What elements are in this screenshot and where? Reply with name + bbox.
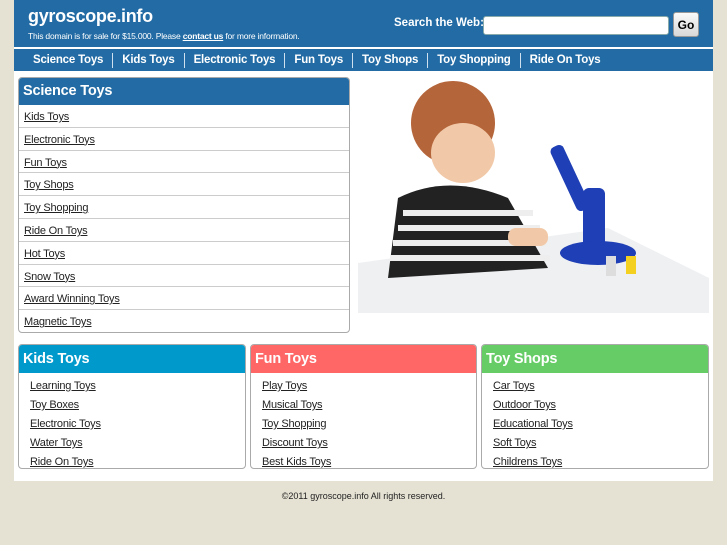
link-list: Play Toys Musical Toys Toy Shopping Disc… (251, 373, 476, 468)
list-link[interactable]: Award Winning Toys (24, 293, 120, 305)
box-title: Kids Toys (19, 345, 245, 373)
header: gyroscope.info This domain is for sale f… (14, 0, 713, 47)
list-link[interactable]: Soft Toys (493, 437, 536, 449)
footer-copyright: ©2011 gyroscope.info All rights reserved… (281, 491, 446, 501)
site-title: gyroscope.info (28, 6, 153, 26)
list-link[interactable]: Toy Shopping (262, 418, 326, 430)
sale-notice: This domain is for sale for $15.000. Ple… (28, 31, 300, 41)
kids-toys-box: Kids Toys Learning Toys Toy Boxes Electr… (18, 344, 246, 469)
page-container: gyroscope.info This domain is for sale f… (14, 0, 713, 481)
list-link[interactable]: Discount Toys (262, 437, 328, 449)
go-button[interactable]: Go (673, 12, 699, 37)
sale-text: This domain is for sale for $15.000. Ple… (28, 31, 183, 41)
nav-fun-toys[interactable]: Fun Toys (284, 52, 352, 68)
list-link[interactable]: Snow Toys (24, 271, 75, 283)
list-link[interactable]: Kids Toys (24, 111, 69, 123)
list-link[interactable]: Electronic Toys (24, 134, 95, 146)
nav-toy-shops[interactable]: Toy Shops (352, 52, 427, 68)
list-link[interactable]: Water Toys (30, 437, 83, 449)
list-link[interactable]: Electronic Toys (30, 418, 101, 430)
nav-ride-on-toys[interactable]: Ride On Toys (519, 52, 610, 68)
list-link[interactable]: Learning Toys (30, 380, 96, 392)
box-title: Science Toys (19, 78, 349, 105)
science-toys-box: Science Toys Kids Toys Electronic Toys F… (18, 77, 350, 333)
list-link[interactable]: Toy Shopping (24, 202, 88, 214)
boy-with-microscope-image (358, 78, 709, 313)
link-list: Car Toys Outdoor Toys Educational Toys S… (482, 373, 708, 468)
box-title: Toy Shops (482, 345, 708, 373)
list-link[interactable]: Play Toys (262, 380, 307, 392)
list-link[interactable]: Outdoor Toys (493, 399, 556, 411)
list-link[interactable]: Toy Boxes (30, 399, 79, 411)
search-label: Search the Web: (394, 17, 484, 29)
nav-electronic-toys[interactable]: Electronic Toys (183, 52, 285, 68)
box-title: Fun Toys (251, 345, 476, 373)
link-list: Kids Toys Electronic Toys Fun Toys Toy S… (19, 105, 349, 332)
list-link[interactable]: Magnetic Toys (24, 316, 92, 328)
nav-kids-toys[interactable]: Kids Toys (112, 52, 183, 68)
list-link[interactable]: Educational Toys (493, 418, 573, 430)
contact-us-link[interactable]: contact us (183, 31, 224, 41)
list-link[interactable]: Childrens Toys (493, 456, 562, 468)
list-link[interactable]: Musical Toys (262, 399, 323, 411)
nav-bar: Science Toys Kids Toys Electronic Toys F… (14, 49, 713, 71)
list-link[interactable]: Ride On Toys (30, 456, 94, 468)
list-link[interactable]: Car Toys (493, 380, 535, 392)
list-link[interactable]: Best Kids Toys (262, 456, 331, 468)
nav-science-toys[interactable]: Science Toys (24, 53, 112, 68)
list-link[interactable]: Fun Toys (24, 157, 67, 169)
list-link[interactable]: Ride On Toys (24, 225, 88, 237)
list-link[interactable]: Toy Shops (24, 179, 74, 191)
toy-shops-box: Toy Shops Car Toys Outdoor Toys Educatio… (481, 344, 709, 469)
list-link[interactable]: Hot Toys (24, 248, 65, 260)
sale-text-suffix: for more information. (223, 31, 300, 41)
search-input[interactable] (483, 16, 669, 35)
link-list: Learning Toys Toy Boxes Electronic Toys … (19, 373, 245, 468)
fun-toys-box: Fun Toys Play Toys Musical Toys Toy Shop… (250, 344, 477, 469)
nav-toy-shopping[interactable]: Toy Shopping (427, 52, 519, 68)
